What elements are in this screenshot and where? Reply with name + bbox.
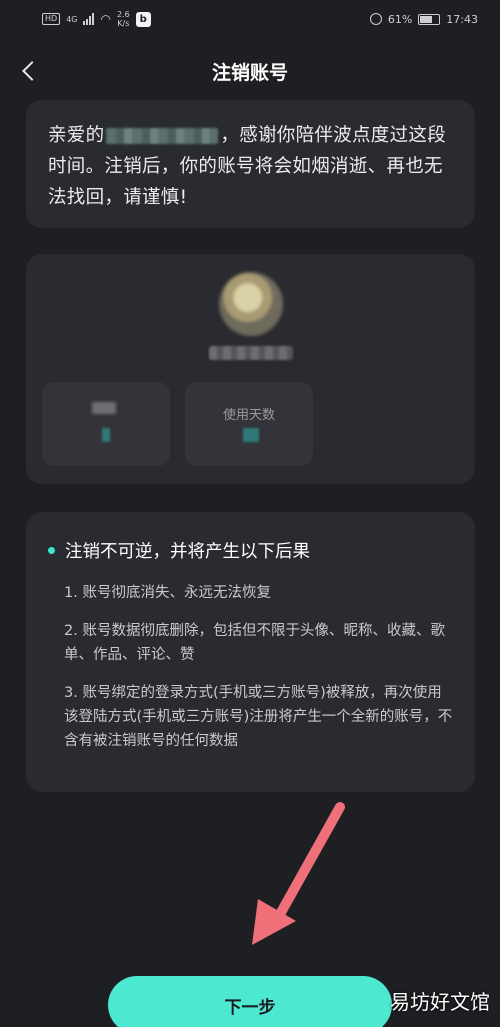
stat-card-left xyxy=(42,382,170,466)
blurred-stat-value xyxy=(102,428,110,442)
chevron-left-icon xyxy=(22,61,42,81)
intro-card: 亲爱的 ，感谢你陪伴波点度过这段时间。注销后，你的账号将会如烟消逝、再也无法找回，… xyxy=(26,100,475,228)
intro-prefix: 亲爱的 xyxy=(48,125,105,146)
avatar xyxy=(219,272,283,336)
blurred-stat-label xyxy=(92,402,116,414)
net-speed-unit: K/s xyxy=(117,19,130,28)
intro-text: 亲爱的 ，感谢你陪伴波点度过这段时间。注销后，你的账号将会如烟消逝、再也无法找回，… xyxy=(48,120,453,213)
wifi-icon: ◠ xyxy=(100,12,111,26)
page-title: 注销账号 xyxy=(211,61,288,84)
status-right: 61% 17:43 xyxy=(369,12,478,26)
hd-icon: HD xyxy=(42,13,61,25)
consequence-item: 3. 账号绑定的登录方式(手机或三方账号)被释放，再次使用该登陆方式(手机或三方… xyxy=(64,685,453,749)
back-button[interactable] xyxy=(14,54,44,88)
blurred-days-value xyxy=(243,428,259,442)
status-left: HD 4G ◠ 2.6 K/s b xyxy=(42,10,151,28)
watermark: 易坊好文馆 xyxy=(390,990,490,1014)
consequences-heading: 注销不可逆，并将产生以下后果 xyxy=(48,538,453,563)
app-notification-icon: b xyxy=(135,11,151,27)
net-speed-value: 2.6 xyxy=(116,10,130,19)
consequence-item: 1. 账号彻底消失、永远无法恢复 xyxy=(64,585,271,601)
consequences-heading-text: 注销不可逆，并将产生以下后果 xyxy=(65,542,310,562)
next-button[interactable]: 下一步 xyxy=(108,976,392,1027)
blurred-username xyxy=(106,128,219,144)
clock: 17:43 xyxy=(446,12,478,26)
stat-card-days: 使用天数 xyxy=(185,382,313,466)
consequence-item: 2. 账号数据彻底删除，包括但不限于头像、昵称、收藏、歌单、作品、评论、赞 xyxy=(64,623,445,663)
pointer-arrow-icon xyxy=(252,802,345,945)
consequences-card: 注销不可逆，并将产生以下后果 1. 账号彻底消失、永远无法恢复 2. 账号数据彻… xyxy=(26,512,475,792)
blurred-nickname xyxy=(209,346,293,360)
status-bar: HD 4G ◠ 2.6 K/s b 61% 17:43 xyxy=(0,0,500,38)
battery-icon xyxy=(418,13,441,25)
bullet-dot-icon xyxy=(48,547,55,554)
signal-icon xyxy=(83,13,95,25)
network-type: 4G xyxy=(66,14,78,24)
alarm-icon xyxy=(369,13,382,25)
navigation-bar: 注销账号 xyxy=(0,48,500,94)
net-speed: 2.6 K/s xyxy=(117,10,130,28)
battery-percent: 61% xyxy=(387,12,413,26)
stat-days-label: 使用天数 xyxy=(222,408,275,423)
